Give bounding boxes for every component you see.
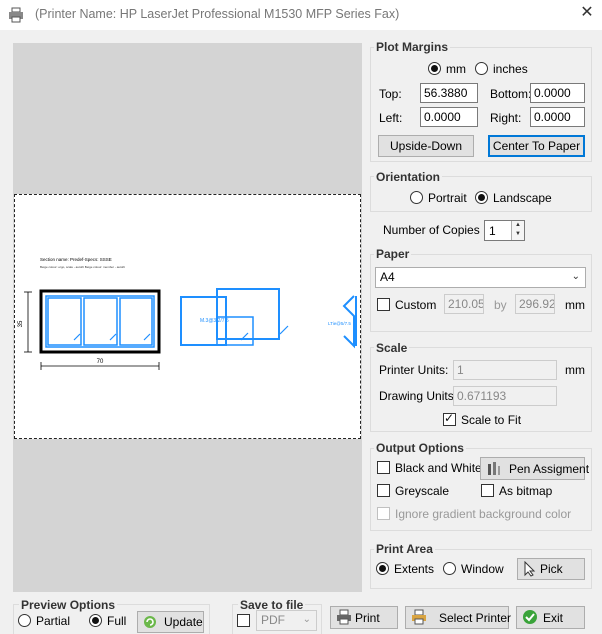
dim-height-label: 35 xyxy=(18,320,24,327)
custom-checkbox[interactable] xyxy=(377,298,390,311)
window-radio[interactable] xyxy=(443,562,456,575)
print-label: Print xyxy=(355,611,380,625)
scale-to-fit-label: Scale to Fit xyxy=(461,413,522,427)
printer-icon xyxy=(337,609,351,625)
bottom-margin-input[interactable]: 0.0000 xyxy=(530,83,585,103)
paper-label: Paper xyxy=(374,247,412,261)
landscape-label: Landscape xyxy=(493,191,552,205)
drawing-section-title: Section name: Predef-Specs: SSSE xyxy=(40,257,112,262)
portrait-label: Portrait xyxy=(428,191,467,205)
unit-inches-label: inches xyxy=(493,62,528,76)
preview-options-label: Preview Options xyxy=(19,598,118,612)
printer-units-label: Printer Units: xyxy=(379,363,449,377)
by-label: by xyxy=(494,298,507,312)
black-white-label: Black and White xyxy=(395,461,482,475)
drawing-preview: Section name: Predef-Specs: SSSE Beige c… xyxy=(18,257,357,370)
left-margin-label: Left: xyxy=(379,111,403,125)
pen-icon xyxy=(488,462,500,475)
full-radio[interactable] xyxy=(89,614,102,627)
paper-width-input[interactable]: 210.05 xyxy=(444,294,484,314)
greyscale-checkbox[interactable] xyxy=(377,484,390,497)
check-circle-icon xyxy=(523,610,537,624)
paper-unit-label: mm xyxy=(565,298,585,312)
greyscale-label: Greyscale xyxy=(395,484,450,498)
full-label: Full xyxy=(107,614,127,628)
unit-mm-label: mm xyxy=(446,62,466,76)
update-label: Update xyxy=(164,615,203,629)
dim-width-label: 70 xyxy=(97,359,104,365)
scale-to-fit-checkbox[interactable] xyxy=(443,411,456,426)
pen-assignment-label: Pen Assigment xyxy=(509,462,590,476)
center-to-paper-button[interactable]: Center To Paper xyxy=(488,135,585,157)
file-format-select[interactable]: PDF ⌄ xyxy=(256,610,317,631)
partial-radio[interactable] xyxy=(18,614,31,627)
custom-label: Custom xyxy=(395,298,437,312)
pick-label: Pick xyxy=(540,562,563,576)
exit-button[interactable]: Exit xyxy=(516,606,585,629)
portrait-radio[interactable] xyxy=(410,191,423,204)
exit-label: Exit xyxy=(543,611,564,625)
file-format-value: PDF xyxy=(261,613,285,627)
drawing-label-right: LTie@5/7.5 xyxy=(328,321,351,326)
cursor-icon xyxy=(524,561,536,577)
landscape-radio[interactable] xyxy=(475,191,488,204)
top-margin-input[interactable]: 56.3880 xyxy=(420,83,478,103)
drawing-label-mid: M.3@3/2/7.5 xyxy=(200,318,229,324)
right-margin-label: Right: xyxy=(490,111,522,125)
paper-size-value: A4 xyxy=(380,270,395,284)
select-printer-button[interactable]: Select Printer xyxy=(405,606,512,629)
save-to-file-checkbox[interactable] xyxy=(237,614,250,627)
print-area-label: Print Area xyxy=(374,542,435,556)
chevron-down-icon: ⌄ xyxy=(302,614,311,625)
pen-assignment-button[interactable]: Pen Assigment xyxy=(480,457,589,480)
paper-height-input[interactable]: 296.92 xyxy=(515,294,555,314)
close-icon[interactable]: ✕ xyxy=(578,4,596,22)
drawing-units-label: Drawing Units: xyxy=(379,389,458,403)
plot-margins-label: Plot Margins xyxy=(374,40,451,54)
copies-spinner[interactable]: 1 ▲ ▼ xyxy=(484,220,525,241)
as-bitmap-checkbox[interactable] xyxy=(481,484,494,497)
chevron-down-icon: ⌄ xyxy=(571,271,580,282)
drawing-section-sub: Beige colour: ergo, scale - autofit Beig… xyxy=(40,265,125,269)
drawing-units-input[interactable]: 0.671193 xyxy=(453,386,557,406)
spin-up-icon[interactable]: ▲ xyxy=(512,221,524,230)
spin-down-icon[interactable]: ▼ xyxy=(512,230,524,239)
right-margin-input[interactable]: 0.0000 xyxy=(530,107,585,127)
select-printer-label: Select Printer xyxy=(439,611,512,625)
section-outline xyxy=(39,289,161,354)
scale-label: Scale xyxy=(374,341,410,355)
copies-value: 1 xyxy=(489,224,496,238)
copies-label: Number of Copies : xyxy=(383,223,487,237)
left-margin-input[interactable]: 0.0000 xyxy=(420,107,478,127)
printer-units-input[interactable]: 1 xyxy=(453,360,557,380)
top-margin-label: Top: xyxy=(379,87,402,101)
pick-button[interactable]: Pick xyxy=(517,558,585,580)
ignore-gradient-label: Ignore gradient background color xyxy=(395,507,572,521)
extents-label: Extents xyxy=(394,562,435,576)
partial-label: Partial xyxy=(36,614,71,628)
paper-size-select[interactable]: A4 ⌄ xyxy=(375,267,586,288)
as-bitmap-label: As bitmap xyxy=(499,484,553,498)
printer-units-unit: mm xyxy=(565,363,585,377)
paper-group xyxy=(370,254,592,332)
extents-radio[interactable] xyxy=(376,562,389,575)
ignore-gradient-checkbox[interactable] xyxy=(377,507,390,520)
update-button[interactable]: Update xyxy=(137,611,204,633)
printer-settings-icon xyxy=(412,609,426,625)
black-white-checkbox[interactable] xyxy=(377,461,390,474)
orientation-label: Orientation xyxy=(374,170,443,184)
refresh-icon xyxy=(144,616,156,628)
unit-mm-radio[interactable] xyxy=(428,62,441,75)
window-title: (Printer Name: HP LaserJet Professional … xyxy=(35,7,400,21)
window-label: Window xyxy=(461,562,504,576)
printer-icon xyxy=(9,7,23,23)
print-button[interactable]: Print xyxy=(330,606,398,629)
bottom-margin-label: Bottom: xyxy=(490,87,532,101)
unit-inches-radio[interactable] xyxy=(475,62,488,75)
output-options-label: Output Options xyxy=(374,441,466,455)
upside-down-button[interactable]: Upside-Down xyxy=(378,135,474,157)
